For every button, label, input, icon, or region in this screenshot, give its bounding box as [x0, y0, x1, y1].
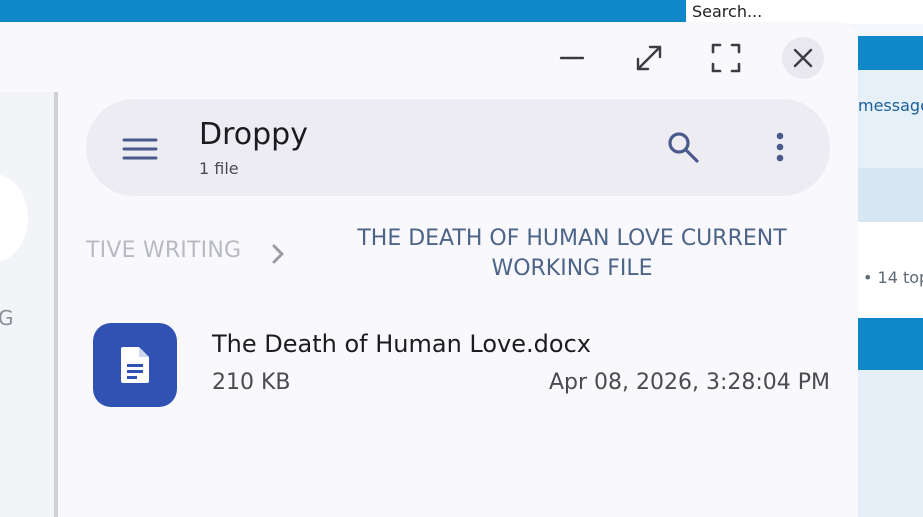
search-button[interactable] — [661, 125, 705, 169]
search-icon — [668, 132, 699, 163]
close-icon — [793, 48, 813, 68]
file-name: The Death of Human Love.docx — [212, 330, 591, 358]
breadcrumb-current: THE DEATH OF HUMAN LOVE CURRENT WORKING … — [357, 226, 787, 281]
more-vert-icon — [776, 132, 784, 162]
close-button[interactable] — [782, 37, 824, 79]
more-options-button[interactable] — [758, 125, 802, 169]
panel-divider[interactable] — [54, 92, 58, 517]
file-list-item[interactable]: The Death of Human Love.docx 210 KB Apr … — [86, 318, 830, 414]
chevron-right-icon — [266, 240, 290, 268]
expand-diagonal-icon — [636, 45, 662, 71]
minimize-button[interactable] — [551, 37, 593, 79]
minimize-icon — [559, 56, 585, 60]
left-panel: G — [0, 92, 57, 517]
file-modified-date: Apr 08, 2026, 3:28:04 PM — [548, 370, 830, 395]
background-page-edge: message • 14 top — [858, 36, 923, 517]
background-browser-bar — [0, 0, 686, 22]
menu-button[interactable] — [118, 129, 162, 169]
background-message-text: message — [858, 96, 923, 115]
left-panel-avatar — [0, 174, 28, 262]
background-search-field[interactable]: Search... — [686, 0, 923, 24]
expand-button[interactable] — [628, 37, 670, 79]
left-panel-letter: G — [0, 306, 14, 330]
file-size: 210 KB — [212, 370, 291, 395]
app-top-bar: Droppy 1 file — [86, 99, 830, 196]
fullscreen-icon — [711, 43, 741, 73]
file-count: 1 file — [199, 159, 239, 178]
breadcrumb-previous[interactable]: TIVE WRITING — [86, 238, 241, 263]
background-topics-text: • 14 top — [863, 268, 923, 287]
hamburger-menu-icon — [122, 138, 158, 160]
app-title: Droppy — [199, 117, 308, 152]
droppy-window: G Droppy 1 file TIVE WRITING THE DEATH O… — [0, 22, 858, 517]
document-icon — [93, 323, 177, 407]
fullscreen-button[interactable] — [705, 37, 747, 79]
